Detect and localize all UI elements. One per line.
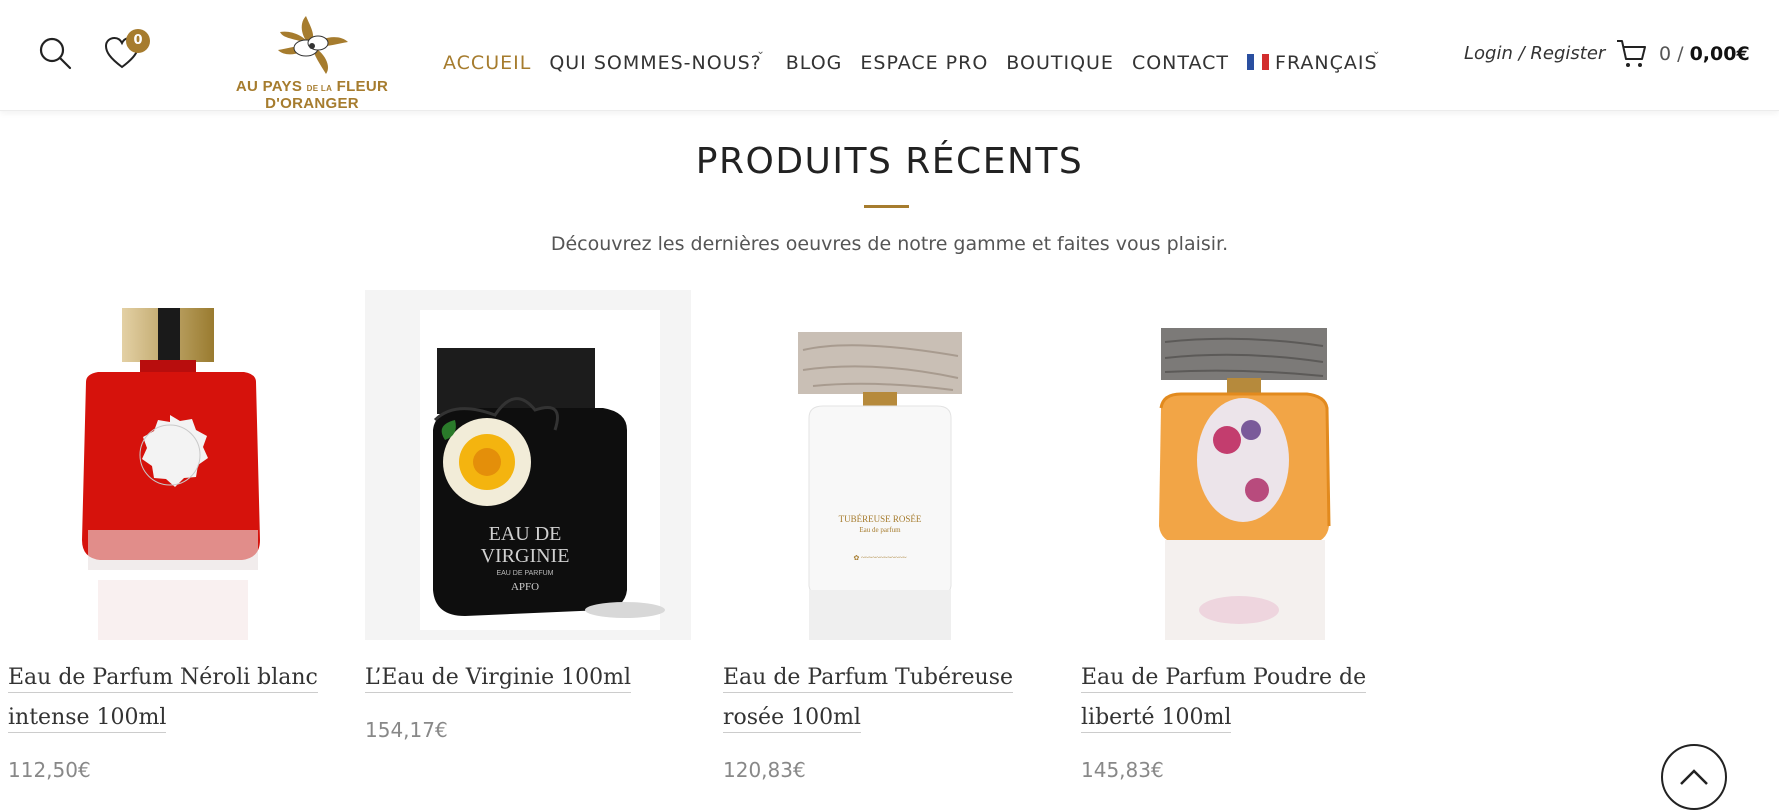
product-name[interactable]: Eau de Parfum Tubéreuse rosée 100ml	[723, 658, 1053, 738]
bottle-label-text: EAU DE PARFUM	[496, 570, 553, 577]
bottle-label-text: VIRGINIE	[481, 545, 570, 567]
product-name[interactable]: Eau de Parfum Poudre de liberté 100ml	[1081, 658, 1411, 738]
product-price: 154,17€	[365, 718, 448, 742]
bottle-label-text: EAU DE	[489, 523, 562, 545]
tubereuse-bottle-image[interactable]: TUBÉREUSE ROSÉE Eau de parfum ✿ ~~~~~~~~…	[723, 290, 1049, 640]
search-icon[interactable]	[38, 36, 72, 70]
virginie-bottle-image[interactable]: EAU DE VIRGINIE EAU DE PARFUM APFO	[365, 290, 691, 640]
chevron-up-icon	[1680, 769, 1708, 785]
nav-item-qui-sommes-nous[interactable]: QUI SOMMES-NOUS? ⌄	[549, 46, 764, 74]
bottle-label-text: TUBÉREUSE ROSÉE	[839, 514, 922, 524]
fr-flag-icon	[1247, 54, 1270, 70]
product-name[interactable]: Eau de Parfum Néroli blanc intense 100ml	[8, 658, 338, 738]
nav-item-language[interactable]: FRANÇAIS ⌄	[1247, 46, 1381, 74]
scroll-to-top-button[interactable]	[1661, 744, 1727, 810]
cart-icon[interactable]	[1616, 38, 1648, 70]
product-price: 120,83€	[723, 758, 806, 782]
cart-summary[interactable]: 0 / 0,00€	[1659, 43, 1750, 65]
section-divider	[864, 205, 909, 208]
section-subtitle: Découvrez les dernières oeuvres de notre…	[550, 233, 1229, 255]
site-header: 0 AU PAYS DE LA FLEUR D'ORANGER ACCUEIL …	[0, 0, 1779, 112]
product-card: Eau de Parfum Poudre de liberté 100ml 14…	[1081, 290, 1421, 782]
main-nav: ACCUEIL QUI SOMMES-NOUS? ⌄ BLOG ESPACE PR…	[443, 46, 1396, 76]
poudre-bottle-image[interactable]	[1081, 290, 1407, 640]
bottle-label-text: Eau de parfum	[859, 526, 901, 534]
nav-item-accueil[interactable]: ACCUEIL	[443, 52, 531, 74]
product-card: EAU DE VIRGINIE EAU DE PARFUM APFO L’Eau…	[365, 290, 705, 742]
wishlist-count-badge: 0	[126, 29, 150, 53]
section-title: PRODUITS RÉCENTS	[695, 141, 1084, 182]
product-price: 145,83€	[1081, 758, 1164, 782]
logo-text: AU PAYS DE LA FLEUR D'ORANGER	[235, 78, 389, 112]
svg-text:✿ ~~~~~~~~~~~~: ✿ ~~~~~~~~~~~~	[853, 554, 906, 562]
product-card: Eau de Parfum Néroli blanc intense 100ml…	[8, 290, 348, 782]
product-name[interactable]: L’Eau de Virginie 100ml	[365, 658, 695, 698]
cart-total: 0,00€	[1689, 43, 1750, 65]
nav-item-boutique[interactable]: BOUTIQUE	[1006, 52, 1114, 74]
login-register-link[interactable]: Login / Register	[1464, 43, 1605, 64]
nav-item-blog[interactable]: BLOG	[786, 52, 843, 74]
neroli-bottle-image[interactable]	[8, 290, 334, 640]
nav-item-espace-pro[interactable]: ESPACE PRO	[860, 52, 988, 74]
nav-item-contact[interactable]: CONTACT	[1132, 52, 1229, 74]
chevron-down-icon: ⌄	[756, 46, 766, 57]
product-card: TUBÉREUSE ROSÉE Eau de parfum ✿ ~~~~~~~~…	[723, 290, 1063, 782]
chevron-down-icon: ⌄	[1372, 46, 1382, 57]
bottle-label-text: APFO	[511, 581, 539, 593]
product-price: 112,50€	[8, 758, 91, 782]
